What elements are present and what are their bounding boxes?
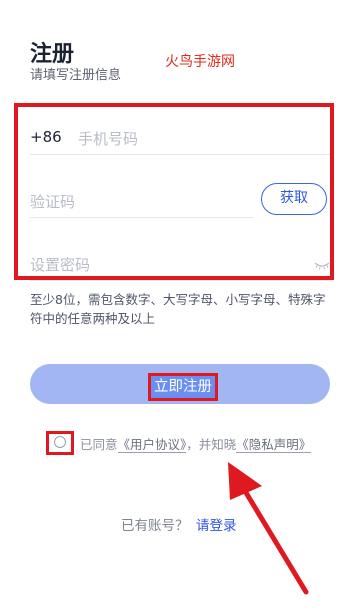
register-page: 注册 请填写注册信息 火鸟手游网 +86 手机号码 验证码 获取 设置密码 至少… <box>0 0 360 615</box>
agreement-prefix: 已同意 <box>80 437 118 452</box>
get-code-button[interactable]: 获取 <box>261 183 327 215</box>
agreement-text: 已同意《用户协议》，并知晓《隐私声明》 <box>80 434 312 453</box>
password-input[interactable]: 设置密码 <box>30 254 90 275</box>
privacy-link[interactable]: 《隐私声明》 <box>236 437 312 453</box>
phone-input[interactable]: 手机号码 <box>78 128 138 149</box>
verification-code-input[interactable]: 验证码 <box>30 191 75 212</box>
password-hint: 至少8位，需包含数字、大写字母、小写字母、特殊字符中的任意两种及以上 <box>30 292 326 326</box>
login-prompt: 已有账号？ <box>121 518 189 534</box>
page-subtitle: 请填写注册信息 <box>30 68 122 83</box>
password-field[interactable]: 设置密码 <box>30 252 330 281</box>
verification-code-field[interactable]: 验证码 <box>30 189 254 218</box>
watermark-text: 火鸟手游网 <box>165 54 235 70</box>
login-link[interactable]: 请登录 <box>196 514 237 534</box>
country-code[interactable]: +86 <box>30 128 62 146</box>
user-agreement-link[interactable]: 《用户协议》 <box>117 437 187 453</box>
phone-field[interactable]: +86 手机号码 <box>30 126 330 155</box>
eye-closed-icon[interactable] <box>314 261 330 271</box>
register-button-label[interactable]: 立即注册 <box>148 373 218 401</box>
radio-icon[interactable] <box>54 436 66 448</box>
agreement-middle: ，并知晓 <box>186 437 237 452</box>
